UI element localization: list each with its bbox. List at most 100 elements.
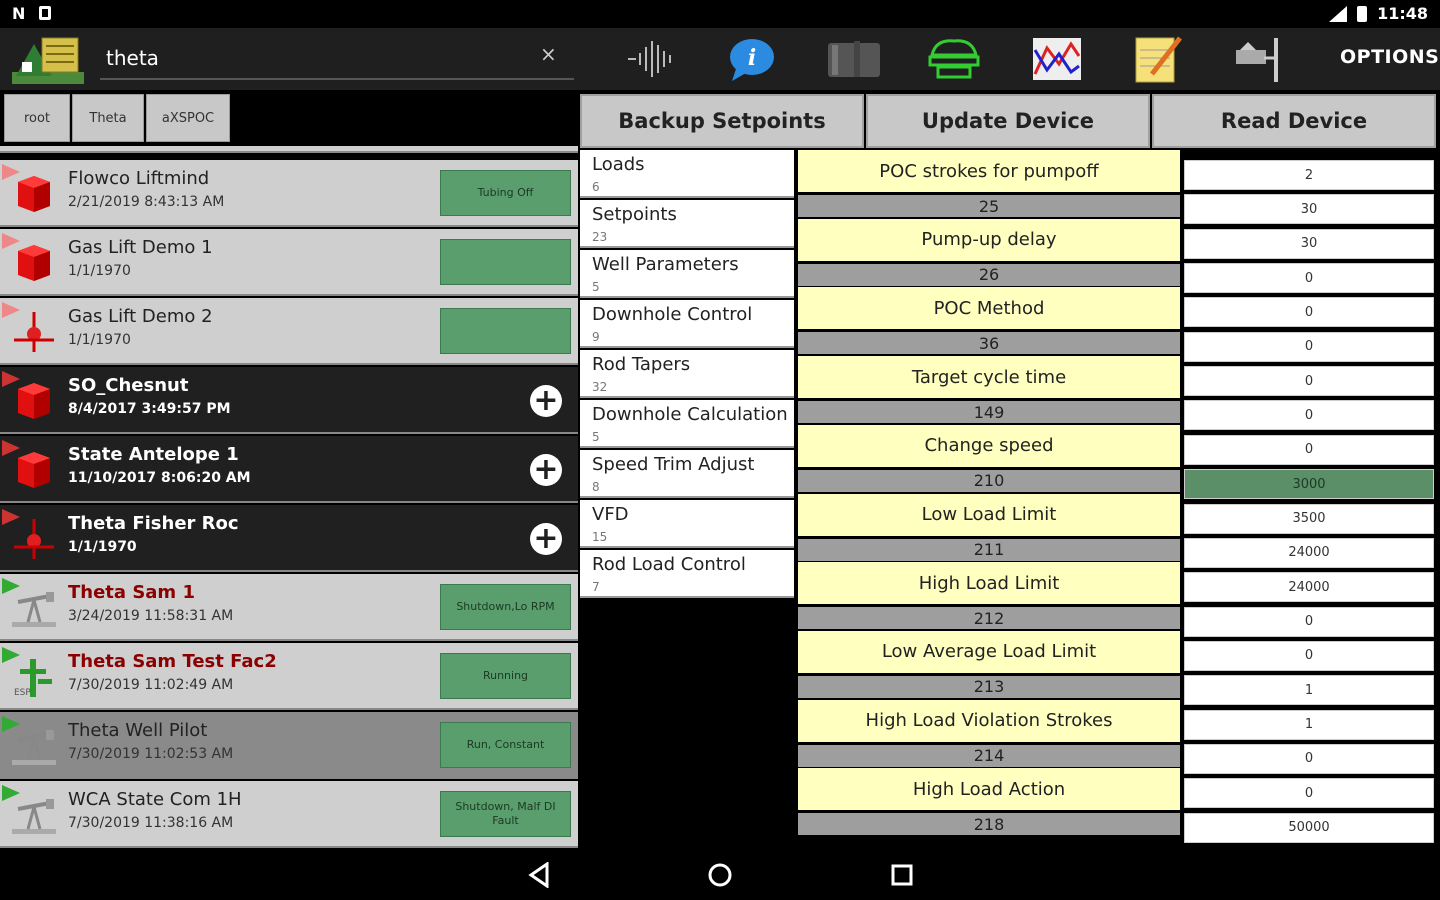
- value-cell[interactable]: 1: [1184, 709, 1434, 740]
- device-type-icon: [10, 448, 58, 492]
- signal-icon: [1329, 5, 1348, 22]
- svg-text:ESP: ESP: [14, 688, 31, 698]
- breadcrumb-theta[interactable]: Theta: [72, 94, 144, 142]
- value-cell[interactable]: 24000: [1184, 537, 1434, 568]
- device-row[interactable]: Theta Well Pilot 7/30/2019 11:02:53 AM Run…: [0, 712, 578, 779]
- value-cell[interactable]: 0: [1184, 400, 1434, 431]
- parameter-name: Change speed: [798, 424, 1180, 467]
- parameter-name: High Load Action: [798, 768, 1180, 811]
- parameter-name: Low Load Limit: [798, 493, 1180, 536]
- parameter-register: 26: [798, 263, 1180, 286]
- back-icon[interactable]: [524, 860, 554, 890]
- category-item[interactable]: Downhole Control 9: [580, 300, 794, 348]
- square-icon: [39, 6, 52, 20]
- device-row[interactable]: Gas Lift Demo 1 1/1/1970: [0, 229, 578, 296]
- device-name: Gas Lift Demo 2: [68, 306, 213, 327]
- value-cell[interactable]: 30: [1184, 228, 1434, 259]
- category-count: 6: [592, 180, 600, 194]
- clock: 11:48: [1377, 4, 1428, 23]
- category-name: Rod Tapers: [592, 354, 691, 375]
- category-name: Speed Trim Adjust: [592, 454, 755, 475]
- device-row[interactable]: Flowco Liftmind 2/21/2019 8:43:13 AM Tubin…: [0, 160, 578, 227]
- device-name: Gas Lift Demo 1: [68, 237, 213, 258]
- svg-text:i: i: [748, 45, 756, 71]
- search-input[interactable]: [100, 38, 574, 80]
- value-cell[interactable]: 0: [1184, 606, 1434, 637]
- recents-icon[interactable]: [887, 860, 917, 890]
- value-cell[interactable]: 24000: [1184, 572, 1434, 603]
- category-item[interactable]: Rod Load Control 7: [580, 550, 794, 598]
- value-cell[interactable]: 0: [1184, 640, 1434, 671]
- value-cell[interactable]: 0: [1184, 263, 1434, 294]
- parameter-name: High Load Limit: [798, 562, 1180, 605]
- category-item[interactable]: Well Parameters 5: [580, 250, 794, 298]
- value-cell[interactable]: 0: [1184, 778, 1434, 809]
- value-cell[interactable]: 2: [1184, 160, 1434, 190]
- device-row[interactable]: SO_Chesnut 8/4/2017 3:49:57 PM +: [0, 367, 578, 434]
- parameter-register: 210: [798, 469, 1180, 492]
- device-type-icon: [10, 172, 58, 216]
- category-count: 9: [592, 330, 600, 344]
- parameter-name: High Load Violation Strokes: [798, 699, 1180, 742]
- breadcrumb-root[interactable]: root: [4, 94, 70, 142]
- notepad-icon[interactable]: [1130, 34, 1186, 84]
- value-cell[interactable]: 3000: [1184, 469, 1434, 500]
- device-row[interactable]: Theta Fisher Roc 1/1/1970 +: [0, 505, 578, 572]
- value-cell[interactable]: 3500: [1184, 503, 1434, 534]
- value-cell[interactable]: 0: [1184, 434, 1434, 465]
- category-name: Downhole Control: [592, 304, 753, 325]
- breadcrumb-axspoc[interactable]: aXSPOC: [146, 94, 230, 142]
- value-cell[interactable]: 50000: [1184, 812, 1434, 843]
- category-item[interactable]: Speed Trim Adjust 8: [580, 450, 794, 498]
- list-item-partial: [0, 146, 578, 153]
- parameter-register: 212: [798, 607, 1180, 630]
- value-cell[interactable]: 1: [1184, 675, 1434, 706]
- parameter-register: 214: [798, 744, 1180, 767]
- well-icon[interactable]: [1230, 34, 1286, 84]
- category-item[interactable]: VFD 15: [580, 500, 794, 548]
- read-device-button[interactable]: Read Device: [1152, 94, 1436, 148]
- backup-setpoints-button[interactable]: Backup Setpoints: [580, 94, 864, 148]
- category-item[interactable]: Rod Tapers 32: [580, 350, 794, 398]
- value-cell[interactable]: 0: [1184, 743, 1434, 774]
- device-status-badge: [440, 308, 571, 354]
- category-item[interactable]: Loads 6: [580, 150, 794, 198]
- device-timestamp: 8/4/2017 3:49:57 PM: [68, 401, 231, 417]
- device-name: Theta Sam 1: [68, 582, 195, 603]
- pump-icon[interactable]: [926, 34, 982, 84]
- parameter-name: Pump-up delay: [798, 218, 1180, 261]
- device-type-icon: [10, 379, 58, 423]
- n-icon: N: [12, 4, 26, 23]
- value-cell[interactable]: 0: [1184, 366, 1434, 397]
- add-device-button[interactable]: +: [530, 454, 562, 486]
- add-device-button[interactable]: +: [530, 385, 562, 417]
- device-row[interactable]: Gas Lift Demo 2 1/1/1970: [0, 298, 578, 365]
- parameter-name: Low Average Load Limit: [798, 630, 1180, 673]
- device-status-badge: Shutdown, Malf DI Fault: [440, 791, 571, 837]
- device-timestamp: 7/30/2019 11:02:53 AM: [68, 746, 234, 762]
- clear-search-icon[interactable]: ×: [540, 42, 557, 66]
- value-cell[interactable]: 30: [1184, 194, 1434, 225]
- update-device-button[interactable]: Update Device: [866, 94, 1150, 148]
- category-item[interactable]: Setpoints 23: [580, 200, 794, 248]
- device-row[interactable]: WCA State Com 1H 7/30/2019 11:38:16 AM Shu…: [0, 781, 578, 848]
- status-bar: N 11:48: [0, 0, 1440, 28]
- chart-icon[interactable]: [1028, 34, 1084, 84]
- home-icon[interactable]: [705, 860, 735, 890]
- category-name: Loads: [592, 154, 645, 175]
- waveform-icon[interactable]: [622, 34, 678, 84]
- info-icon[interactable]: i: [724, 34, 780, 84]
- category-item[interactable]: Downhole Calculation 5: [580, 400, 794, 448]
- device-row[interactable]: State Antelope 1 11/10/2017 8:06:20 AM +: [0, 436, 578, 503]
- tank-icon[interactable]: [826, 34, 882, 84]
- value-cell[interactable]: 0: [1184, 331, 1434, 362]
- add-device-button[interactable]: +: [530, 523, 562, 555]
- category-count: 7: [592, 580, 600, 594]
- options-button[interactable]: OPTIONS: [1340, 46, 1439, 68]
- device-row[interactable]: ESP Theta Sam Test Fac2 7/30/2019 11:02:49…: [0, 643, 578, 710]
- category-count: 8: [592, 480, 600, 494]
- app-logo-icon[interactable]: [12, 32, 84, 86]
- toolbar: × i: [0, 28, 1440, 90]
- value-cell[interactable]: 0: [1184, 297, 1434, 328]
- device-row[interactable]: Theta Sam 1 3/24/2019 11:58:31 AM Shutdown…: [0, 574, 578, 641]
